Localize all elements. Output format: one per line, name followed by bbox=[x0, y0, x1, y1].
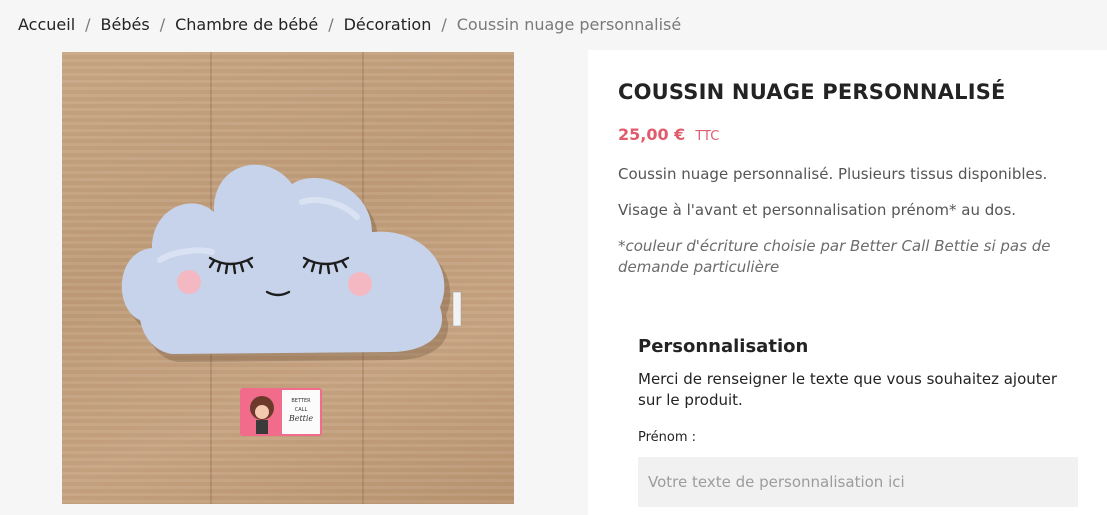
breadcrumb-item-bebes[interactable]: Bébés bbox=[101, 15, 150, 34]
tax-label: TTC bbox=[695, 129, 720, 144]
product-title: COUSSIN NUAGE PERSONNALISÉ bbox=[618, 80, 1006, 104]
fabric-tag bbox=[452, 291, 462, 327]
personalisation-section: Personnalisation Merci de renseigner le … bbox=[618, 312, 1088, 515]
product-photo-illustration: BETTER CALL Bettie bbox=[121, 164, 462, 436]
cloud-cheek bbox=[177, 270, 201, 294]
product-description-note: *couleur d'écriture choisie par Better C… bbox=[618, 237, 1051, 276]
product-price: 25,00 € bbox=[618, 125, 686, 144]
breadcrumb-separator: / bbox=[85, 15, 91, 34]
breadcrumb-item-chambre-de-bebe[interactable]: Chambre de bébé bbox=[175, 15, 318, 34]
breadcrumb-separator: / bbox=[441, 15, 447, 34]
brand-card: BETTER CALL Bettie bbox=[240, 388, 322, 436]
cloud-cushion bbox=[121, 164, 445, 354]
breadcrumb-item-accueil[interactable]: Accueil bbox=[18, 15, 75, 34]
prenom-field-label: Prénom : bbox=[638, 430, 697, 445]
personalisation-title: Personnalisation bbox=[638, 336, 809, 357]
breadcrumb: Accueil / Bébés / Chambre de bébé / Déco… bbox=[18, 15, 681, 34]
prenom-input[interactable] bbox=[638, 457, 1078, 507]
price-row: 25,00 € TTC bbox=[618, 125, 719, 144]
breadcrumb-item-decoration[interactable]: Décoration bbox=[344, 15, 432, 34]
breadcrumb-separator: / bbox=[159, 15, 166, 34]
product-info-panel: COUSSIN NUAGE PERSONNALISÉ 25,00 € TTC C… bbox=[588, 50, 1107, 515]
product-image[interactable]: BETTER CALL Bettie bbox=[62, 52, 514, 504]
brand-card-text: CALL bbox=[295, 407, 308, 413]
breadcrumb-current-page: Coussin nuage personnalisé bbox=[456, 15, 682, 34]
breadcrumb-separator: / bbox=[328, 15, 334, 34]
product-description-line: Coussin nuage personnalisé. Plusieurs ti… bbox=[618, 165, 1048, 183]
cloud-cheek bbox=[348, 272, 372, 296]
brand-card-text: BETTER bbox=[291, 398, 311, 404]
brand-card-text: Bettie bbox=[288, 414, 314, 423]
product-description-line: Visage à l'avant et personnalisation pré… bbox=[618, 201, 1017, 219]
personalisation-instructions: Merci de renseigner le texte que vous so… bbox=[638, 370, 1058, 409]
